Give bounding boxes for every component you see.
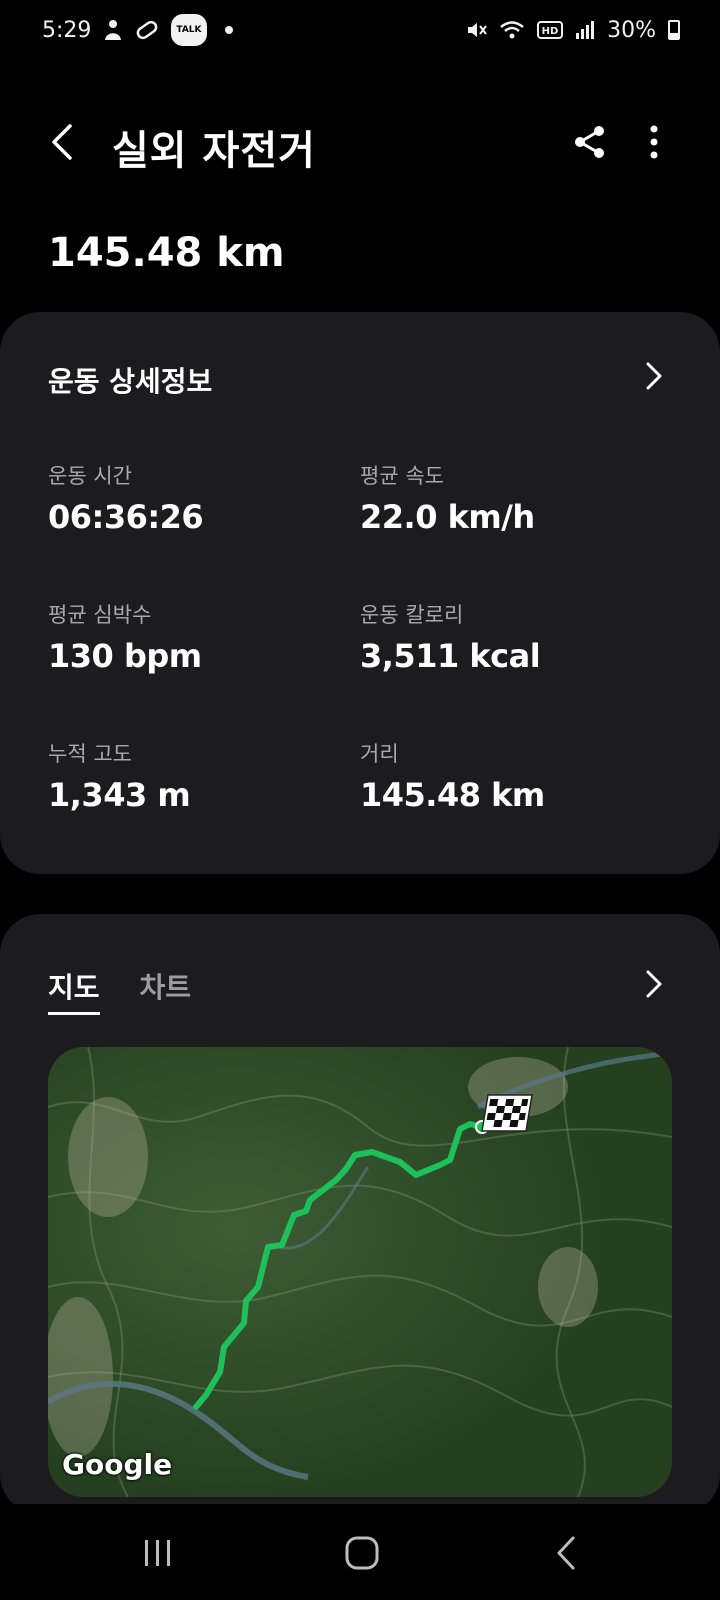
stat-average-speed: 평균 속도 22.0 km/h xyxy=(360,460,535,536)
stat-value: 145.48 km xyxy=(360,776,545,814)
details-title: 운동 상세정보 xyxy=(48,365,213,398)
battery-percent: 30% xyxy=(607,17,656,43)
stat-label: 평균 심박수 xyxy=(48,603,152,627)
mute-icon xyxy=(465,17,487,43)
route-map[interactable]: Google xyxy=(48,1047,672,1497)
stat-value: 130 bpm xyxy=(48,637,202,675)
back-nav-button[interactable] xyxy=(536,1530,596,1576)
stat-calories: 운동 칼로리 3,511 kcal xyxy=(360,599,541,675)
finish-flag-icon xyxy=(481,1094,533,1132)
total-distance: 145.48 km xyxy=(48,230,285,276)
share-icon xyxy=(575,126,604,158)
signal-icon xyxy=(575,17,595,43)
stat-value: 06:36:26 xyxy=(48,498,204,536)
details-open-button[interactable] xyxy=(634,356,674,396)
back-icon xyxy=(557,1536,575,1570)
stat-label: 거리 xyxy=(360,742,399,766)
person-icon xyxy=(103,17,123,43)
back-button[interactable] xyxy=(40,120,84,164)
svg-text:HD: HD xyxy=(542,26,559,37)
stat-distance: 거리 145.48 km xyxy=(360,738,545,814)
recent-apps-button[interactable] xyxy=(128,1530,188,1576)
stat-value: 1,343 m xyxy=(48,776,191,814)
map-open-button[interactable] xyxy=(634,964,674,1004)
stat-value: 3,511 kcal xyxy=(360,637,541,675)
google-logo: Google xyxy=(62,1448,173,1481)
chevron-left-icon xyxy=(52,124,72,160)
stat-average-heart-rate: 평균 심박수 130 bpm xyxy=(48,599,202,675)
system-navigation-bar xyxy=(0,1504,720,1600)
hd-icon: HD xyxy=(537,17,564,43)
chevron-right-icon xyxy=(646,362,662,390)
home-button[interactable] xyxy=(332,1530,392,1576)
stat-label: 운동 시간 xyxy=(48,464,132,488)
stat-value: 22.0 km/h xyxy=(360,498,535,536)
talk-icon: TALK xyxy=(171,14,207,46)
status-bar: 5:29 TALK HD 30% xyxy=(0,0,720,60)
map-card: 지도 차트 Google xyxy=(0,914,720,1514)
page-title: 실외 자전거 xyxy=(112,128,316,174)
satellite-map-image xyxy=(48,1047,672,1497)
status-right: HD 30% xyxy=(465,17,680,43)
more-vertical-icon xyxy=(650,125,658,159)
stat-elevation-gain: 누적 고도 1,343 m xyxy=(48,738,191,814)
dot-icon xyxy=(224,26,233,34)
tab-chart[interactable]: 차트 xyxy=(140,966,192,1015)
share-button[interactable] xyxy=(568,120,612,164)
map-chart-tabs: 지도 차트 xyxy=(48,966,191,1015)
recent-apps-icon xyxy=(145,1540,170,1566)
chevron-right-icon xyxy=(646,970,662,998)
stat-label: 평균 속도 xyxy=(360,464,444,488)
stat-label: 누적 고도 xyxy=(48,742,132,766)
status-time: 5:29 xyxy=(42,17,92,43)
tab-map[interactable]: 지도 xyxy=(48,966,100,1015)
status-left: 5:29 TALK xyxy=(42,14,233,46)
more-options-button[interactable] xyxy=(632,120,676,164)
battery-icon xyxy=(668,20,680,40)
pill-icon xyxy=(135,17,159,43)
wifi-icon xyxy=(499,17,525,43)
stat-label: 운동 칼로리 xyxy=(360,603,464,627)
home-icon xyxy=(345,1536,379,1570)
stat-workout-time: 운동 시간 06:36:26 xyxy=(48,460,204,536)
app-bar: 실외 자전거 xyxy=(0,100,720,190)
workout-details-card: 운동 상세정보 운동 시간 06:36:26 평균 속도 22.0 km/h 평… xyxy=(0,312,720,874)
